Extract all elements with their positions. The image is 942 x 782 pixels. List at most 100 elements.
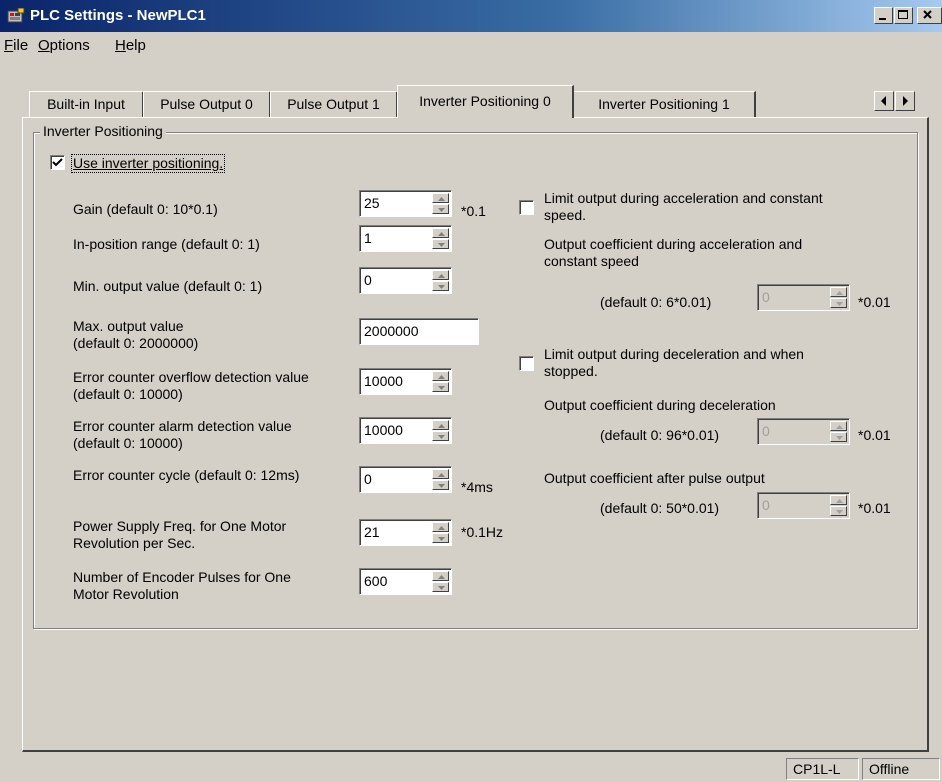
- maximize-icon: [898, 10, 908, 19]
- overflow-detection-up-button[interactable]: [432, 371, 449, 381]
- gain-up-button[interactable]: [432, 193, 449, 203]
- tab-inverter-positioning-1[interactable]: Inverter Positioning 1: [573, 91, 756, 117]
- checkmark-icon: [52, 158, 63, 167]
- status-connection: Offline: [862, 758, 940, 780]
- overflow-detection-stepper[interactable]: 10000: [359, 368, 452, 395]
- maximize-button[interactable]: [894, 7, 913, 24]
- spin-down-icon: [438, 537, 445, 541]
- tab-built-in-input[interactable]: Built-in Input: [29, 91, 144, 117]
- tab-pulse-output-1[interactable]: Pulse Output 1: [270, 91, 398, 117]
- decel-coef-stepper[interactable]: 0: [757, 418, 850, 445]
- max-output-field[interactable]: 2000000: [359, 318, 479, 345]
- tab-scroll-right-button[interactable]: [895, 91, 915, 111]
- tab-scroll-left-button[interactable]: [874, 91, 894, 111]
- window-title: PLC Settings - NewPLC1: [30, 7, 206, 24]
- accel-coef-stepper[interactable]: 0: [757, 284, 850, 311]
- arrow-left-icon: [881, 96, 886, 106]
- alarm-detection-up-button[interactable]: [432, 420, 449, 430]
- encoder-pulses-up-button[interactable]: [432, 571, 449, 581]
- accel-coef-down-button[interactable]: [830, 298, 847, 308]
- in-position-down-button[interactable]: [432, 239, 449, 249]
- accel-coef-spin[interactable]: [830, 287, 847, 308]
- spin-up-icon: [438, 575, 445, 579]
- alarm-detection-value: 10000: [364, 422, 403, 438]
- menu-options[interactable]: Options: [38, 37, 90, 54]
- spin-up-icon: [438, 375, 445, 379]
- spin-down-icon: [836, 436, 843, 440]
- max-output-value: 2000000: [364, 323, 419, 339]
- gain-down-button[interactable]: [432, 204, 449, 214]
- after-pulse-coef-up-button[interactable]: [830, 495, 847, 505]
- limit-decel-label[interactable]: Limit output during deceleration and whe…: [544, 346, 804, 380]
- gain-stepper[interactable]: 25: [359, 190, 452, 217]
- after-pulse-coef-title: Output coefficient after pulse output: [544, 470, 765, 486]
- min-output-value: 0: [364, 272, 372, 288]
- encoder-pulses-spin[interactable]: [432, 571, 449, 592]
- error-cycle-up-button[interactable]: [432, 469, 449, 479]
- tab-inverter-positioning-0[interactable]: Inverter Positioning 0: [397, 85, 574, 118]
- after-pulse-coef-down-button[interactable]: [830, 506, 847, 516]
- decel-coef-title: Output coefficient during deceleration: [544, 397, 776, 413]
- use-inverter-positioning-label[interactable]: Use inverter positioning.: [70, 154, 226, 173]
- error-cycle-unit: *4ms: [461, 479, 493, 495]
- min-output-up-button[interactable]: [432, 270, 449, 280]
- supply-freq-up-button[interactable]: [432, 522, 449, 532]
- limit-decel-checkbox[interactable]: [519, 356, 534, 371]
- encoder-pulses-down-button[interactable]: [432, 582, 449, 592]
- limit-accel-checkbox[interactable]: [519, 200, 534, 215]
- encoder-pulses-value: 600: [364, 573, 388, 589]
- alarm-detection-down-button[interactable]: [432, 431, 449, 441]
- menu-help[interactable]: Help: [115, 37, 146, 54]
- spin-up-icon: [438, 473, 445, 477]
- spin-up-icon: [438, 274, 445, 278]
- decel-coef-spin[interactable]: [830, 421, 847, 442]
- supply-freq-spin[interactable]: [432, 522, 449, 543]
- overflow-detection-spin[interactable]: [432, 371, 449, 392]
- decel-coef-default-label: (default 0: 96*0.01): [600, 427, 720, 443]
- error-cycle-value: 0: [364, 471, 372, 487]
- error-cycle-stepper[interactable]: 0: [359, 466, 452, 493]
- in-position-label: In-position range (default 0: 1): [73, 236, 260, 252]
- spin-down-icon: [438, 285, 445, 289]
- tab-pulse-output-0[interactable]: Pulse Output 0: [143, 91, 271, 117]
- decel-coef-up-button[interactable]: [830, 421, 847, 431]
- encoder-pulses-label: Number of Encoder Pulses for One Motor Re…: [73, 569, 291, 602]
- in-position-spin[interactable]: [432, 228, 449, 249]
- after-pulse-coef-stepper[interactable]: 0: [757, 492, 850, 519]
- close-button[interactable]: [917, 7, 942, 24]
- decel-coef-value: 0: [762, 423, 770, 439]
- spin-down-icon: [438, 435, 445, 439]
- gain-spin[interactable]: [432, 193, 449, 214]
- plc-app-icon[interactable]: [7, 7, 25, 24]
- alarm-detection-stepper[interactable]: 10000: [359, 417, 452, 444]
- in-position-stepper[interactable]: 1: [359, 225, 452, 252]
- alarm-detection-spin[interactable]: [432, 420, 449, 441]
- error-cycle-spin[interactable]: [432, 469, 449, 490]
- spin-down-icon: [836, 302, 843, 306]
- error-cycle-down-button[interactable]: [432, 480, 449, 490]
- min-output-stepper[interactable]: 0: [359, 267, 452, 294]
- minimize-button[interactable]: [874, 7, 893, 24]
- encoder-pulses-stepper[interactable]: 600: [359, 568, 452, 595]
- decel-coef-unit: *0.01: [858, 427, 891, 443]
- spin-up-icon: [438, 526, 445, 530]
- supply-freq-down-button[interactable]: [432, 533, 449, 543]
- decel-coef-down-button[interactable]: [830, 432, 847, 442]
- accel-coef-unit: *0.01: [858, 294, 891, 310]
- gain-label: Gain (default 0: 10*0.1): [73, 201, 218, 217]
- min-output-down-button[interactable]: [432, 281, 449, 291]
- limit-accel-label[interactable]: Limit output during acceleration and con…: [544, 190, 823, 224]
- after-pulse-coef-unit: *0.01: [858, 500, 891, 516]
- after-pulse-coef-spin[interactable]: [830, 495, 847, 516]
- min-output-spin[interactable]: [432, 270, 449, 291]
- in-position-up-button[interactable]: [432, 228, 449, 238]
- spin-up-icon: [836, 291, 843, 295]
- menu-file[interactable]: File: [4, 37, 28, 54]
- accel-coef-up-button[interactable]: [830, 287, 847, 297]
- spin-down-icon: [836, 510, 843, 514]
- overflow-detection-down-button[interactable]: [432, 382, 449, 392]
- accel-coef-value: 0: [762, 289, 770, 305]
- accel-coef-default-label: (default 0: 6*0.01): [600, 294, 712, 310]
- supply-freq-stepper[interactable]: 21: [359, 519, 452, 546]
- use-inverter-positioning-checkbox[interactable]: [50, 155, 65, 170]
